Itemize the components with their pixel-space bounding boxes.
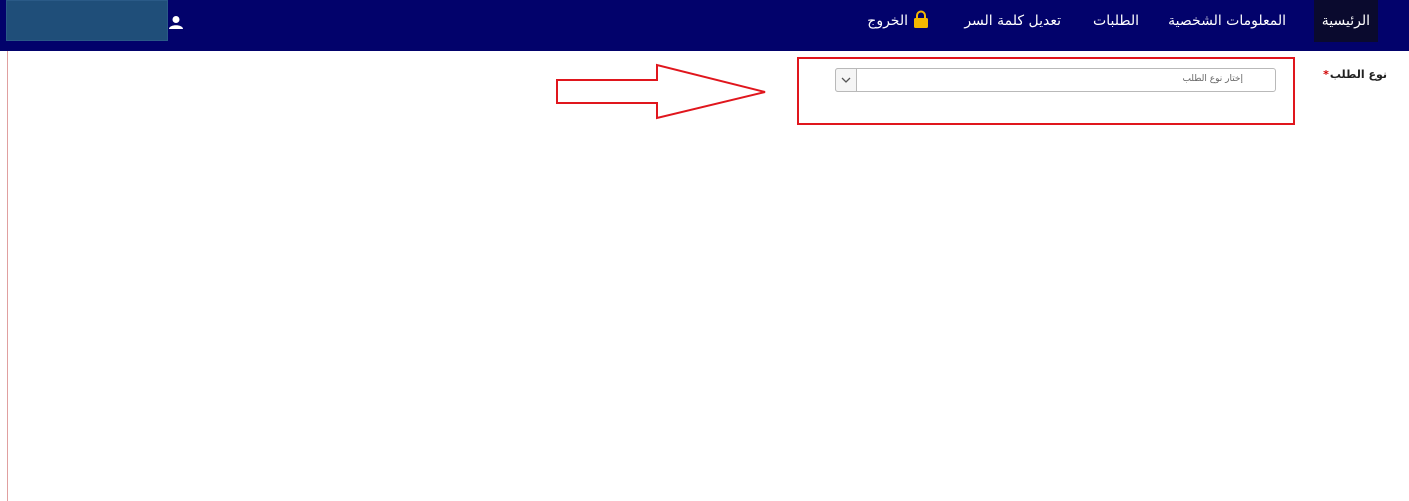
nav-requests[interactable]: الطلبات (1093, 0, 1139, 42)
nav-change-password[interactable]: تعديل كلمة السر (964, 0, 1061, 42)
request-type-label-text: نوع الطلب (1329, 68, 1387, 81)
required-mark: * (1323, 68, 1329, 81)
annotation-highlight-box (797, 57, 1295, 125)
annotation-arrow (556, 63, 766, 120)
user-icon[interactable] (169, 14, 183, 29)
request-type-label: نوع الطلب* (1323, 68, 1387, 81)
nav-logout[interactable]: الخروج (867, 0, 930, 42)
page-left-border (7, 51, 8, 501)
nav-logout-label: الخروج (867, 13, 908, 29)
user-menu[interactable] (6, 0, 168, 41)
nav-home[interactable]: الرئيسية (1313, 0, 1378, 42)
nav-personal-info[interactable]: المعلومات الشخصية (1168, 0, 1286, 42)
lock-icon (912, 3, 930, 28)
top-navbar: الرئيسية المعلومات الشخصية الطلبات تعديل… (0, 0, 1409, 51)
